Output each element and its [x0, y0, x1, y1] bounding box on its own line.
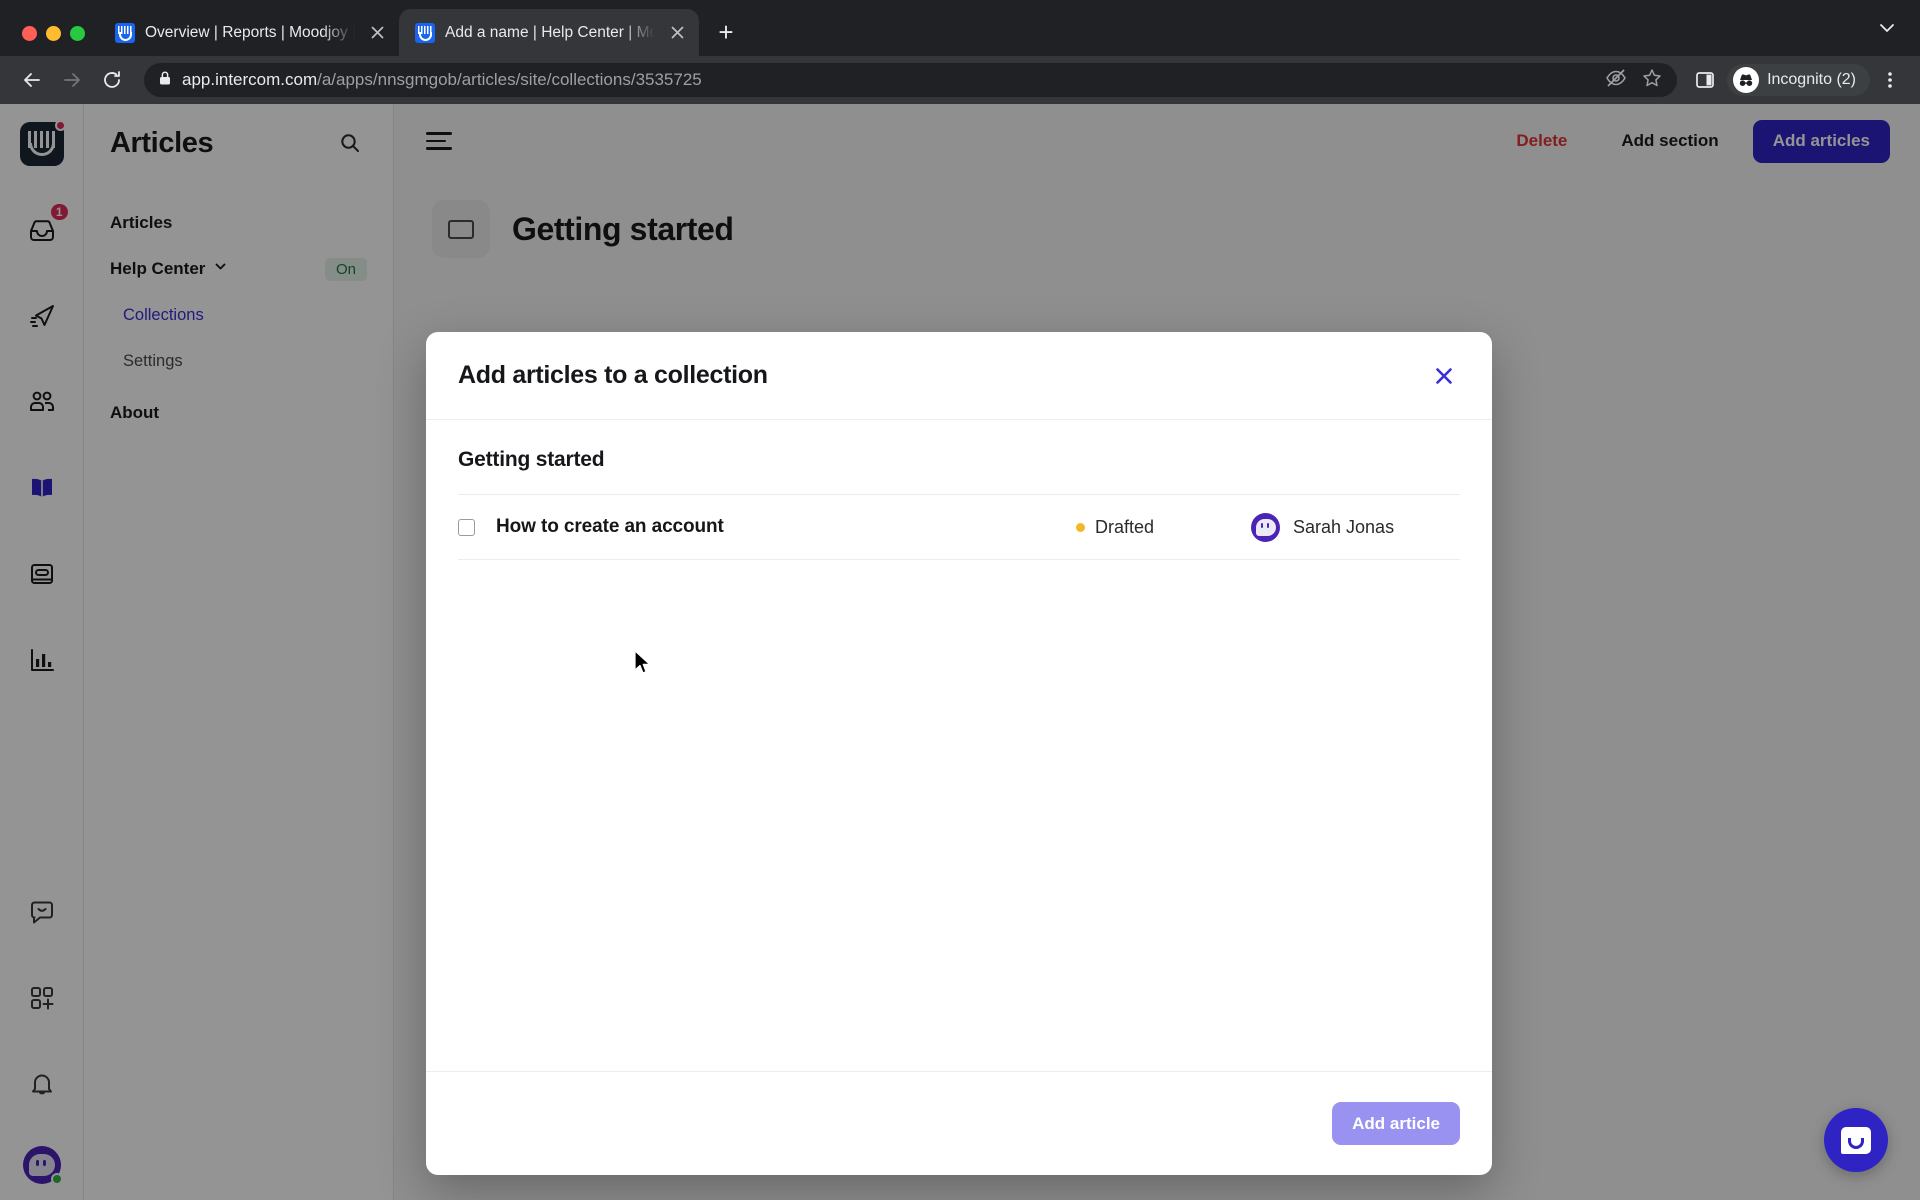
profile-label: Incognito (2): [1767, 71, 1856, 88]
back-arrow-icon[interactable]: [14, 62, 50, 98]
url-host: app.intercom.com: [182, 70, 318, 89]
article-author-name: Sarah Jonas: [1293, 516, 1395, 537]
browser-tabstrip: Overview | Reports | Moodjoy | Add a nam…: [0, 0, 1920, 56]
modal-footer: Add article: [426, 1071, 1492, 1175]
minimize-window-button[interactable]: [46, 26, 61, 41]
intercom-favicon-icon: [415, 22, 435, 43]
browser-window: Overview | Reports | Moodjoy | Add a nam…: [0, 0, 1920, 1200]
address-bar[interactable]: app.intercom.com/a/apps/nnsgmgob/article…: [144, 63, 1678, 97]
reload-icon[interactable]: [94, 62, 130, 98]
address-bar-url: app.intercom.com/a/apps/nnsgmgob/article…: [182, 70, 702, 90]
browser-toolbar: app.intercom.com/a/apps/nnsgmgob/article…: [0, 56, 1920, 104]
article-list-item[interactable]: How to create an account Drafted Sarah J…: [458, 495, 1460, 559]
article-status-label: Drafted: [1095, 516, 1155, 537]
browser-tab-2-title: Add a name | Help Center | Mo: [445, 23, 655, 41]
lock-icon: [158, 70, 172, 91]
eye-slash-icon[interactable]: [1605, 67, 1627, 94]
page-viewport: 1 Articles Articles Help Center On Colle…: [0, 104, 1920, 1200]
tab-search-chevron-down-icon[interactable]: [1876, 17, 1898, 44]
modal-section-title: Getting started: [458, 448, 605, 471]
article-select-checkbox[interactable]: [458, 518, 475, 536]
incognito-hat-icon: [1733, 67, 1760, 93]
profile-incognito-chip[interactable]: Incognito (2): [1727, 64, 1870, 96]
modal-body: Getting started How to create an account…: [426, 420, 1492, 1071]
window-traffic-lights: [0, 26, 99, 56]
browser-tab-1[interactable]: Overview | Reports | Moodjoy |: [99, 9, 399, 56]
close-x-icon[interactable]: [1426, 358, 1462, 394]
close-tab-1-icon[interactable]: [365, 21, 389, 45]
intercom-messenger-launcher[interactable]: [1824, 1108, 1888, 1172]
browser-tab-1-title: Overview | Reports | Moodjoy |: [145, 23, 355, 41]
article-author: Sarah Jonas: [1251, 512, 1456, 542]
url-path: /a/apps/nnsgmgob/articles/site/collectio…: [317, 70, 702, 89]
forward-arrow-icon[interactable]: [54, 62, 90, 98]
status-dot-icon: [1076, 522, 1085, 532]
browser-tab-2[interactable]: Add a name | Help Center | Mo: [399, 9, 699, 56]
article-status: Drafted: [1076, 517, 1251, 538]
add-article-button[interactable]: Add article: [1332, 1102, 1460, 1145]
article-title: How to create an account: [496, 516, 724, 537]
kebab-menu-icon[interactable]: [1874, 64, 1906, 96]
maximize-window-button[interactable]: [70, 26, 85, 41]
close-window-button[interactable]: [22, 26, 37, 41]
modal-title: Add articles to a collection: [458, 361, 768, 389]
star-icon[interactable]: [1641, 67, 1663, 94]
messenger-bubble-icon: [1841, 1126, 1871, 1154]
mouse-cursor: [634, 650, 654, 683]
author-avatar: [1251, 512, 1280, 542]
intercom-favicon-icon: [115, 22, 135, 43]
modal-header: Add articles to a collection: [426, 332, 1492, 420]
add-articles-modal: Add articles to a collection Getting sta…: [426, 332, 1492, 1175]
side-panel-icon[interactable]: [1687, 62, 1723, 98]
close-tab-2-icon[interactable]: [665, 21, 689, 45]
article-row-divider: [458, 559, 1460, 560]
new-tab-button[interactable]: +: [709, 15, 743, 49]
